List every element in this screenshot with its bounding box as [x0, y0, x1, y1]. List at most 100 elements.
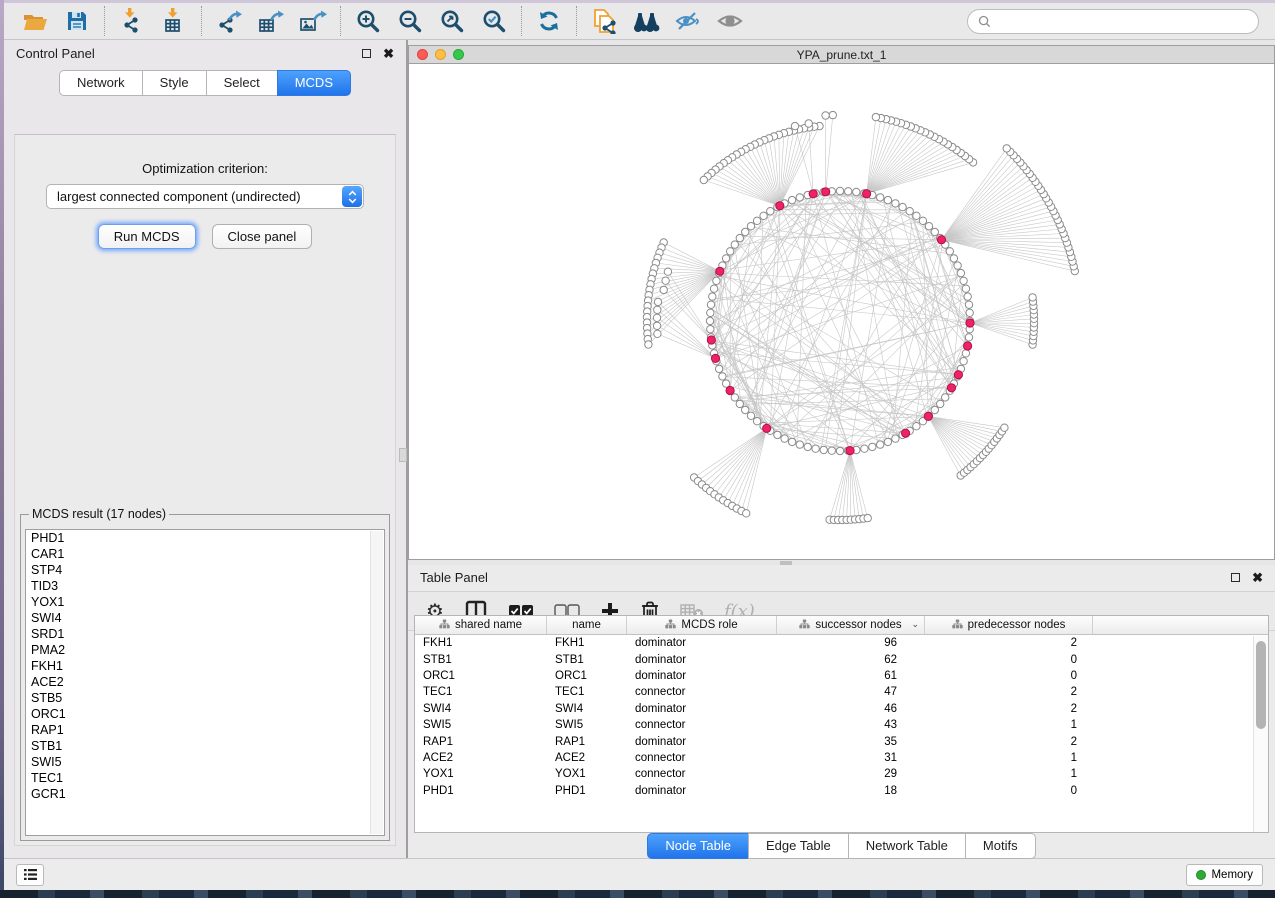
- table-cell[interactable]: 2: [925, 703, 1093, 715]
- hide-selected-icon[interactable]: [667, 5, 709, 37]
- table-row[interactable]: YOX1YOX1connector291: [415, 766, 1268, 782]
- mcds-result-item[interactable]: RAP1: [26, 722, 384, 738]
- first-neighbors-icon[interactable]: [625, 5, 667, 37]
- table-cell[interactable]: connector: [627, 768, 777, 780]
- table-cell[interactable]: TEC1: [547, 686, 627, 698]
- task-history-button[interactable]: [16, 864, 44, 886]
- clone-network-icon[interactable]: [583, 5, 625, 37]
- zoom-fit-icon[interactable]: [431, 5, 473, 37]
- table-row[interactable]: SWI4SWI4dominator462: [415, 701, 1268, 717]
- float-table-panel-icon[interactable]: [1231, 573, 1240, 582]
- export-network-icon[interactable]: [208, 5, 250, 37]
- column-header-predecessor-nodes[interactable]: predecessor nodes: [925, 616, 1093, 634]
- table-cell[interactable]: SWI4: [547, 703, 627, 715]
- close-panel-icon[interactable]: ✖: [383, 47, 394, 60]
- export-image-icon[interactable]: [292, 5, 334, 37]
- table-cell[interactable]: 1: [925, 752, 1093, 764]
- mcds-result-item[interactable]: PMA2: [26, 642, 384, 658]
- table-row[interactable]: TEC1TEC1connector472: [415, 684, 1268, 700]
- table-row[interactable]: RAP1RAP1dominator352: [415, 733, 1268, 749]
- table-cell[interactable]: 2: [925, 736, 1093, 748]
- column-header-MCDS-role[interactable]: MCDS role: [627, 616, 777, 634]
- float-panel-icon[interactable]: [362, 49, 371, 58]
- table-cell[interactable]: dominator: [627, 736, 777, 748]
- table-cell[interactable]: TEC1: [415, 686, 547, 698]
- table-cell[interactable]: PHD1: [547, 785, 627, 797]
- table-cell[interactable]: dominator: [627, 785, 777, 797]
- run-mcds-button[interactable]: Run MCDS: [98, 224, 196, 249]
- criterion-dropdown[interactable]: largest connected component (undirected): [46, 184, 364, 209]
- mcds-result-item[interactable]: FKH1: [26, 658, 384, 674]
- table-cell[interactable]: FKH1: [547, 637, 627, 649]
- table-cell[interactable]: PHD1: [415, 785, 547, 797]
- table-cell[interactable]: 1: [925, 768, 1093, 780]
- mcds-result-item[interactable]: TID3: [26, 578, 384, 594]
- table-cell[interactable]: STB1: [415, 654, 547, 666]
- table-cell[interactable]: 1: [925, 719, 1093, 731]
- open-network-icon[interactable]: [14, 5, 56, 37]
- table-cell[interactable]: SWI5: [415, 719, 547, 731]
- close-panel-button[interactable]: Close panel: [212, 224, 313, 249]
- table-row[interactable]: PHD1PHD1dominator180: [415, 783, 1268, 799]
- mcds-result-item[interactable]: ORC1: [26, 706, 384, 722]
- table-row[interactable]: SWI5SWI5connector431: [415, 717, 1268, 733]
- tab-mcds[interactable]: MCDS: [277, 70, 351, 96]
- column-header-successor-nodes[interactable]: successor nodes⌄: [777, 616, 925, 634]
- tab-style[interactable]: Style: [142, 70, 207, 96]
- table-cell[interactable]: 2: [925, 637, 1093, 649]
- table-cell[interactable]: 0: [925, 670, 1093, 682]
- table-cell[interactable]: FKH1: [415, 637, 547, 649]
- table-cell[interactable]: 31: [777, 752, 925, 764]
- table-cell[interactable]: 0: [925, 785, 1093, 797]
- table-cell[interactable]: RAP1: [415, 736, 547, 748]
- table-row[interactable]: ACE2ACE2connector311: [415, 750, 1268, 766]
- table-cell[interactable]: connector: [627, 686, 777, 698]
- table-scrollbar[interactable]: [1253, 636, 1268, 832]
- table-cell[interactable]: RAP1: [547, 736, 627, 748]
- table-cell[interactable]: STB1: [547, 654, 627, 666]
- mcds-result-item[interactable]: STB1: [26, 738, 384, 754]
- zoom-in-icon[interactable]: [347, 5, 389, 37]
- show-all-icon[interactable]: [709, 5, 751, 37]
- table-cell[interactable]: YOX1: [415, 768, 547, 780]
- table-row[interactable]: STB1STB1dominator620: [415, 651, 1268, 667]
- column-header-name[interactable]: name: [547, 616, 627, 634]
- table-cell[interactable]: 35: [777, 736, 925, 748]
- tab-select[interactable]: Select: [206, 70, 278, 96]
- memory-button[interactable]: Memory: [1186, 864, 1263, 886]
- mcds-result-item[interactable]: SRD1: [26, 626, 384, 642]
- mcds-result-item[interactable]: STB5: [26, 690, 384, 706]
- table-cell[interactable]: dominator: [627, 654, 777, 666]
- search-box[interactable]: [967, 9, 1259, 34]
- table-cell[interactable]: connector: [627, 752, 777, 764]
- table-cell[interactable]: ORC1: [547, 670, 627, 682]
- table-scrollbar-thumb[interactable]: [1256, 641, 1266, 729]
- table-cell[interactable]: SWI4: [415, 703, 547, 715]
- table-cell[interactable]: dominator: [627, 637, 777, 649]
- refresh-view-icon[interactable]: [528, 5, 570, 37]
- table-cell[interactable]: 62: [777, 654, 925, 666]
- table-cell[interactable]: 29: [777, 768, 925, 780]
- table-cell[interactable]: dominator: [627, 670, 777, 682]
- table-cell[interactable]: 2: [925, 686, 1093, 698]
- mcds-result-item[interactable]: GCR1: [26, 786, 384, 802]
- table-cell[interactable]: 96: [777, 637, 925, 649]
- table-cell[interactable]: 0: [925, 654, 1093, 666]
- mcds-result-item[interactable]: TEC1: [26, 770, 384, 786]
- table-cell[interactable]: 18: [777, 785, 925, 797]
- mcds-result-item[interactable]: PHD1: [26, 530, 384, 546]
- table-cell[interactable]: 46: [777, 703, 925, 715]
- table-cell[interactable]: connector: [627, 719, 777, 731]
- table-cell[interactable]: YOX1: [547, 768, 627, 780]
- table-cell[interactable]: dominator: [627, 703, 777, 715]
- column-header-shared-name[interactable]: shared name: [415, 616, 547, 634]
- table-cell[interactable]: 43: [777, 719, 925, 731]
- table-cell[interactable]: ORC1: [415, 670, 547, 682]
- export-table-icon[interactable]: [250, 5, 292, 37]
- close-table-panel-icon[interactable]: ✖: [1252, 571, 1263, 584]
- save-session-icon[interactable]: [56, 5, 98, 37]
- mcds-result-item[interactable]: ACE2: [26, 674, 384, 690]
- tab-network-table[interactable]: Network Table: [848, 833, 966, 859]
- table-cell[interactable]: ACE2: [547, 752, 627, 764]
- network-view[interactable]: [408, 64, 1275, 560]
